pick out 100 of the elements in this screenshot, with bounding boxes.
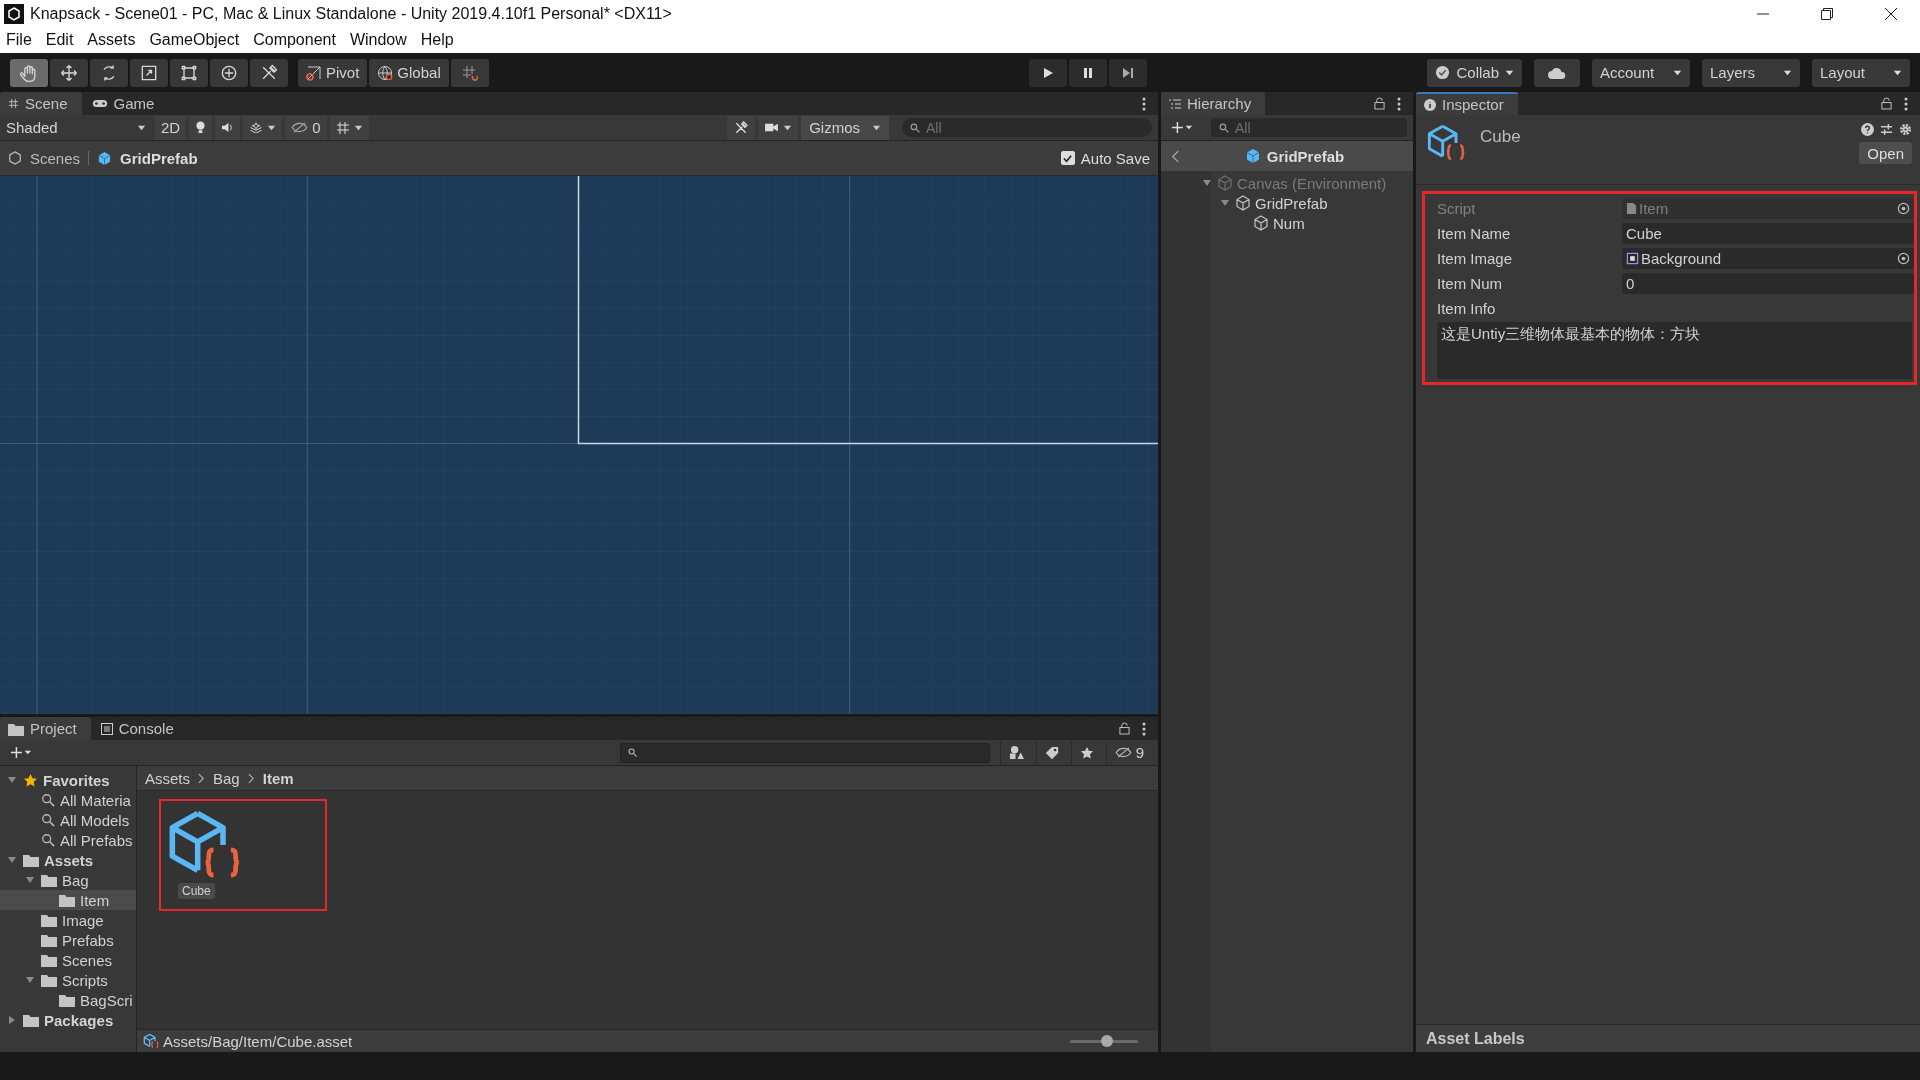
panel-tab[interactable]: Project [0, 717, 91, 740]
more-icon[interactable] [1142, 721, 1146, 736]
project-tree-row[interactable]: All Materia [0, 790, 136, 810]
project-tree-row[interactable]: Item [0, 890, 136, 910]
pivot-button[interactable]: Pivot [298, 58, 368, 87]
help-icon[interactable] [1861, 123, 1874, 136]
audio-button[interactable] [215, 115, 241, 140]
collapsed-arrow-icon[interactable] [7, 1015, 17, 1025]
auto-save-checkbox[interactable]: Auto Save [1060, 149, 1150, 167]
restore-icon[interactable] [1820, 6, 1834, 21]
pause-button[interactable] [1069, 58, 1108, 87]
grid-dropdown[interactable] [329, 115, 369, 140]
close-icon[interactable] [1884, 6, 1898, 21]
breadcrumb-link[interactable]: Item [262, 769, 294, 787]
rect-tool-button[interactable] [170, 58, 208, 87]
more-icon[interactable] [1397, 96, 1401, 111]
shading-dropdown[interactable]: Shaded [0, 115, 152, 140]
project-tree-row[interactable]: All Models [0, 810, 136, 830]
inspector-tab[interactable]: Inspector [1416, 92, 1518, 115]
breadcrumb-link[interactable]: GridPrefab [120, 149, 198, 167]
project-tree-row[interactable]: Favorites [0, 770, 136, 790]
expanded-arrow-icon[interactable] [25, 975, 35, 985]
project-tree-row[interactable]: All Prefabs [0, 830, 136, 850]
hidden-packages-button[interactable]: 9 [1105, 740, 1152, 765]
global-button[interactable]: Global [369, 58, 449, 87]
object-picker-icon[interactable] [1897, 251, 1910, 265]
step-button[interactable] [1109, 58, 1148, 87]
asset-tile[interactable]: Cube [159, 799, 327, 911]
open-button[interactable]: Open [1859, 142, 1912, 164]
more-icon[interactable] [1142, 96, 1146, 111]
cloud-button[interactable] [1534, 58, 1580, 87]
settings-icon[interactable] [1899, 123, 1912, 136]
breadcrumb-link[interactable]: Assets [145, 769, 190, 787]
menu-item[interactable]: Edit [45, 31, 74, 49]
lock-icon[interactable] [1374, 97, 1385, 110]
sliders-icon[interactable] [1880, 123, 1893, 136]
scale-tool-button[interactable] [130, 58, 168, 87]
transform-tool-button[interactable] [210, 58, 248, 87]
globe-icon [377, 64, 394, 81]
layers-dropdown[interactable]: Layers [1702, 58, 1800, 87]
sprite-icon [1626, 251, 1639, 265]
menu-item[interactable]: Help [420, 31, 454, 49]
tree-label: Favorites [43, 771, 110, 789]
unity-logo-icon [4, 3, 24, 24]
expanded-arrow-icon[interactable] [7, 855, 17, 865]
slider-thumb[interactable] [1101, 1034, 1114, 1047]
project-tree-row[interactable]: Packages [0, 1010, 136, 1030]
layout-dropdown[interactable]: Layout [1812, 58, 1910, 87]
menu-item[interactable]: GameObject [149, 31, 240, 49]
collab-dropdown[interactable]: Collab [1427, 58, 1522, 87]
object-field[interactable]: Background [1622, 247, 1914, 269]
custom-tool-button[interactable] [250, 58, 288, 87]
project-tree-row[interactable]: Bag [0, 870, 136, 890]
item-info-field[interactable]: 这是Untiy三维物体最基本的物体：方块 [1437, 322, 1912, 379]
move-tool-button[interactable] [50, 58, 88, 87]
hand-tool-button[interactable] [10, 58, 48, 87]
project-search-field[interactable] [619, 742, 990, 763]
effects-dropdown[interactable] [243, 115, 283, 140]
breadcrumb-link[interactable]: Bag [213, 769, 240, 787]
camera-dropdown[interactable] [758, 115, 799, 140]
lock-icon[interactable] [1881, 97, 1892, 110]
project-tree-row[interactable]: Scenes [0, 950, 136, 970]
account-dropdown[interactable]: Account [1592, 58, 1690, 87]
tree-label: Scenes [62, 951, 113, 969]
scene-search-field[interactable]: All [902, 118, 1152, 137]
search-icon [41, 833, 55, 847]
project-tree-row[interactable]: Assets [0, 850, 136, 870]
breadcrumb-link[interactable]: Scenes [30, 149, 81, 167]
tools-button[interactable] [727, 115, 756, 140]
panel-tab[interactable]: Game [83, 92, 169, 115]
project-tree-row[interactable]: Image [0, 910, 136, 930]
panel-tab[interactable]: Scene [0, 92, 82, 115]
menu-item[interactable]: Window [349, 31, 407, 49]
expanded-arrow-icon[interactable] [7, 775, 17, 785]
play-button[interactable] [1029, 58, 1068, 87]
hierarchy-search-field[interactable]: All [1211, 118, 1407, 137]
gizmos-dropdown[interactable]: Gizmos [801, 115, 889, 140]
object-picker-icon[interactable] [1897, 201, 1910, 215]
menu-item[interactable]: Assets [87, 31, 136, 49]
text-field[interactable]: 0 [1622, 272, 1914, 294]
menu-item[interactable]: Component [253, 31, 336, 49]
hierarchy-tab[interactable]: Hierarchy [1161, 92, 1266, 115]
grid-snap-button[interactable] [450, 58, 489, 87]
mode-2d-button[interactable]: 2D [155, 115, 187, 140]
more-icon[interactable] [1904, 96, 1908, 111]
tree-label: Assets [44, 851, 94, 869]
caret-icon [1893, 68, 1902, 77]
asset-labels-title: Asset Labels [1426, 1029, 1525, 1048]
expanded-arrow-icon[interactable] [25, 875, 35, 885]
project-tree-row[interactable]: Prefabs [0, 930, 136, 950]
project-tree-row[interactable]: Scripts [0, 970, 136, 990]
project-tree-row[interactable]: BagScri [0, 990, 136, 1010]
asset-name: Cube [178, 883, 215, 899]
panel-tab[interactable]: Console [92, 717, 188, 740]
rotate-tool-button[interactable] [90, 58, 128, 87]
lock-icon[interactable] [1119, 722, 1130, 735]
menu-item[interactable]: File [6, 31, 32, 49]
hidden-objects-button[interactable]: 0 [285, 115, 327, 140]
text-field[interactable]: Cube [1622, 222, 1914, 244]
lighting-button[interactable] [189, 115, 213, 140]
